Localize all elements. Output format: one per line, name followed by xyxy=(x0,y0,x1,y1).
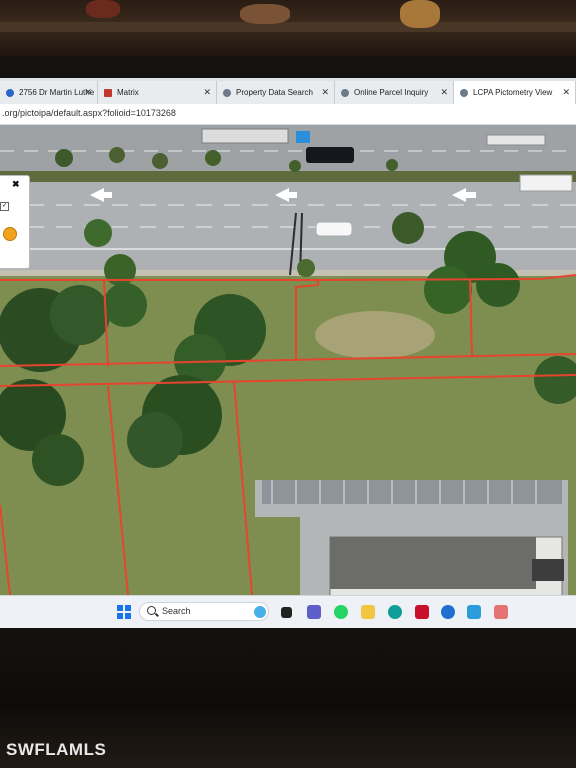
tab-strip: 2756 Dr Martin Luthe ✕ Matrix ✕ Property… xyxy=(0,78,576,104)
palm-tree xyxy=(84,219,112,247)
browser-window: 2756 Dr Martin Luthe ✕ Matrix ✕ Property… xyxy=(0,78,576,628)
tab-property-data-search[interactable]: Property Data Search ✕ xyxy=(217,81,335,104)
close-icon[interactable]: ✕ xyxy=(321,87,329,98)
decor-bowl xyxy=(240,4,290,24)
search-label: Search xyxy=(162,606,191,616)
tree xyxy=(424,266,472,314)
mcafee-icon[interactable] xyxy=(415,605,429,619)
truck xyxy=(486,134,546,146)
palm-tree xyxy=(289,160,301,172)
favicon-icon xyxy=(341,88,349,97)
close-icon[interactable]: ✕ xyxy=(84,87,92,98)
tool-panel: ✖ ✓ xyxy=(0,175,30,269)
decor-lamp xyxy=(400,0,440,28)
tree xyxy=(297,259,315,277)
favicon-icon xyxy=(104,88,112,97)
tab-label: LCPA Pictometry View xyxy=(473,88,553,97)
building-roof-shadow xyxy=(532,559,564,581)
whatsapp-icon[interactable] xyxy=(334,605,348,619)
aerial-map-image xyxy=(0,125,576,595)
close-icon[interactable]: ✕ xyxy=(203,87,211,98)
tab-online-parcel-inquiry[interactable]: Online Parcel Inquiry ✕ xyxy=(335,81,454,104)
url-text: .org/pictoipa/default.aspx?folioid=10173… xyxy=(2,108,176,118)
median xyxy=(0,171,576,182)
copilot-icon[interactable] xyxy=(254,606,266,618)
tab-property-address[interactable]: 2756 Dr Martin Luthe ✕ xyxy=(0,81,98,104)
car-black xyxy=(306,147,354,163)
tab-matrix[interactable]: Matrix ✕ xyxy=(98,81,217,104)
palm-tree xyxy=(392,212,424,244)
palm-tree xyxy=(55,149,73,167)
photos-icon[interactable] xyxy=(494,605,508,619)
map-marker xyxy=(296,131,310,143)
sandy-patch xyxy=(315,311,435,359)
windows-taskbar: Search xyxy=(0,595,576,628)
decor-vase xyxy=(86,0,120,18)
windows-icon[interactable] xyxy=(117,605,131,619)
layer-checkbox[interactable]: ✓ xyxy=(0,202,9,211)
building-roof xyxy=(330,537,536,589)
parking-row xyxy=(262,480,562,504)
car-white xyxy=(315,221,353,237)
edge-icon[interactable] xyxy=(388,605,402,619)
monitor-bezel-top xyxy=(0,56,576,78)
tree xyxy=(104,254,136,286)
tree xyxy=(32,434,84,486)
task-view-icon[interactable] xyxy=(281,607,292,618)
palm-tree xyxy=(205,150,221,166)
address-bar[interactable]: .org/pictoipa/default.aspx?folioid=10173… xyxy=(0,104,576,125)
tab-lcpa-pictometry[interactable]: LCPA Pictometry View ✕ xyxy=(454,81,576,104)
close-icon[interactable]: ✕ xyxy=(440,87,448,98)
tab-label: Online Parcel Inquiry xyxy=(354,88,429,97)
palm-tree xyxy=(386,159,398,171)
favicon-icon xyxy=(460,88,468,97)
shelf xyxy=(0,22,576,32)
truck xyxy=(201,128,289,144)
tree xyxy=(50,285,110,345)
file-explorer-icon[interactable] xyxy=(361,605,375,619)
close-icon[interactable]: ✖ xyxy=(12,179,20,190)
close-icon[interactable]: ✕ xyxy=(562,87,570,98)
tree xyxy=(103,283,147,327)
favicon-icon xyxy=(6,88,14,97)
tab-label: 2756 Dr Martin Luthe xyxy=(19,88,95,97)
aerial-map[interactable]: ✖ ✓ xyxy=(0,125,576,595)
search-box[interactable]: Search xyxy=(139,602,269,621)
palm-tree xyxy=(152,153,168,169)
favicon-icon xyxy=(223,88,231,97)
tree xyxy=(476,263,520,307)
palm-tree xyxy=(109,147,125,163)
pickup-truck xyxy=(519,174,573,192)
teams-icon[interactable] xyxy=(307,605,321,619)
search-icon xyxy=(147,606,156,615)
settings-icon[interactable] xyxy=(441,605,455,619)
watermark: SWFLAMLS xyxy=(6,740,107,759)
app-l-icon[interactable] xyxy=(467,605,481,619)
location-pin-icon[interactable] xyxy=(3,227,17,241)
tree xyxy=(127,412,183,468)
tab-label: Property Data Search xyxy=(236,88,313,97)
room-background xyxy=(0,0,576,62)
tab-label: Matrix xyxy=(117,88,139,97)
